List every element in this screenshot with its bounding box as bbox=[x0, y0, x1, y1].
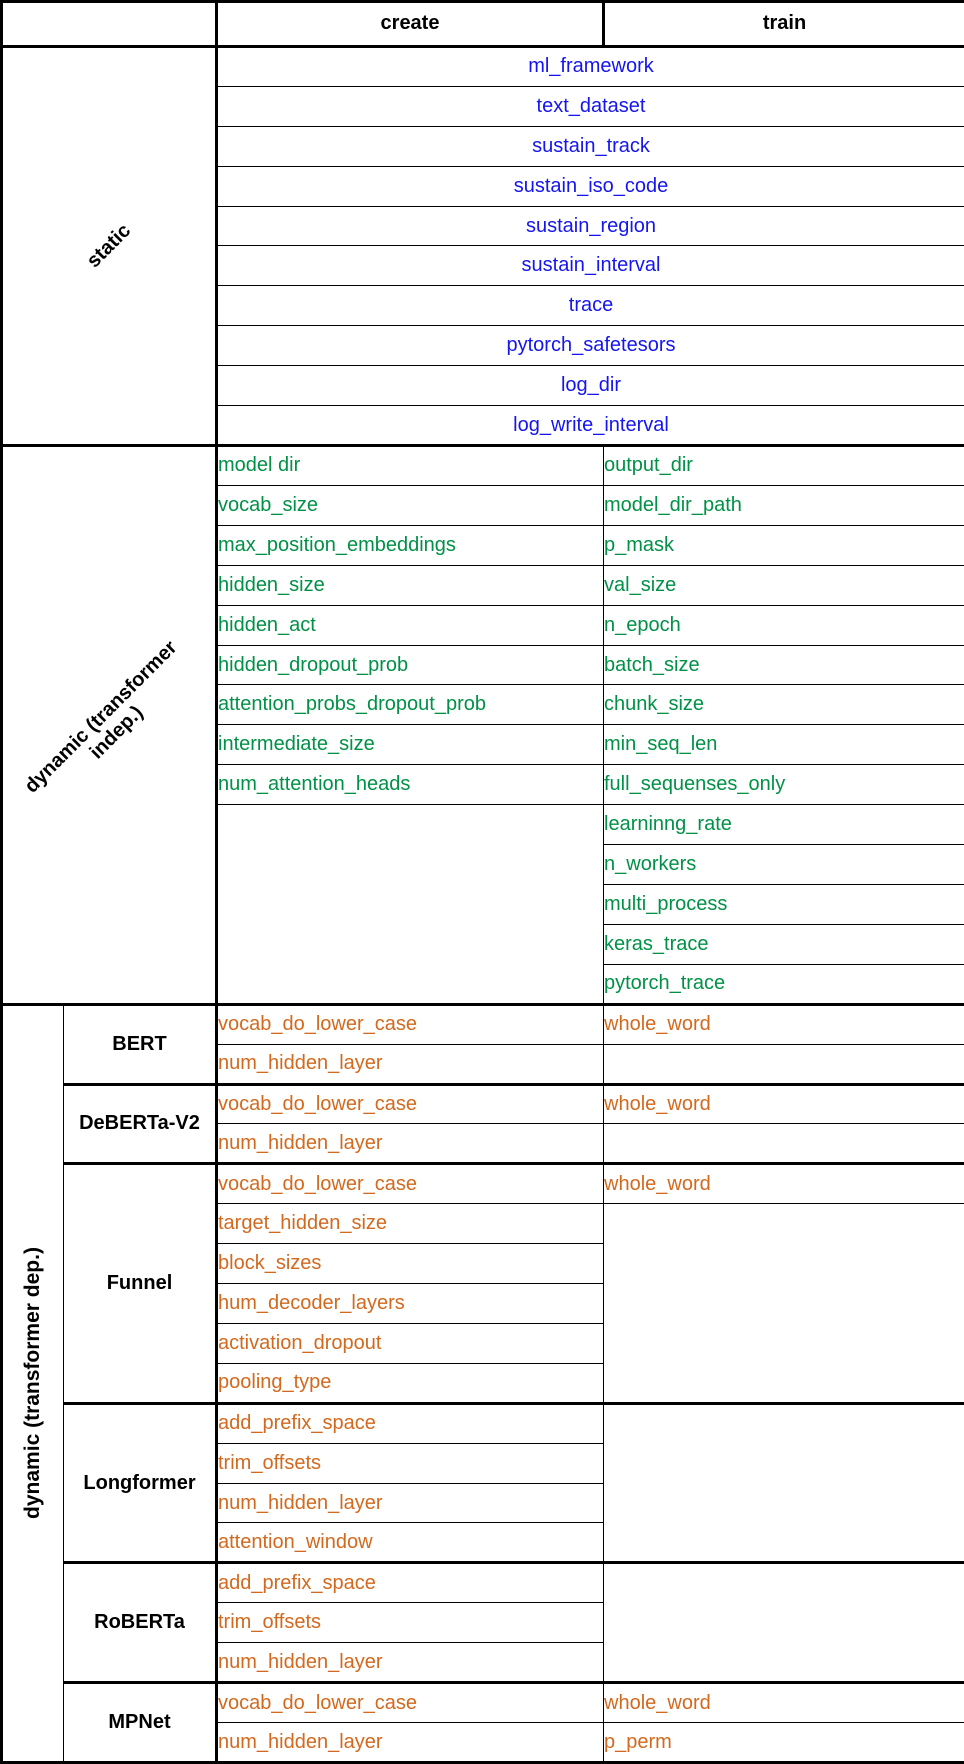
dep-create-cell: num_hidden_layer bbox=[216, 1482, 604, 1524]
model-name-funnel: Funnel bbox=[63, 1162, 218, 1404]
dep-create-cell: num_hidden_layer bbox=[216, 1642, 604, 1684]
corner-cell bbox=[0, 0, 218, 48]
indep-train-cell: n_epoch bbox=[603, 604, 964, 646]
indep-train-cell: keras_trace bbox=[603, 923, 964, 965]
indep-create-cell: intermediate_size bbox=[216, 724, 604, 766]
static-param-cell: sustain_track bbox=[216, 125, 964, 167]
indep-train-cell: full_sequenses_only bbox=[603, 764, 964, 806]
indep-create-cell: attention_probs_dropout_prob bbox=[216, 684, 604, 726]
dep-longformer-row-0: Longformer add_prefix_space bbox=[2, 1401, 964, 1564]
header-row: create train bbox=[0, 0, 964, 48]
indep-train-cell: chunk_size bbox=[603, 684, 964, 726]
dep-train-cell: whole_word bbox=[603, 1681, 964, 1724]
indep-train-cell: model_dir_path bbox=[603, 484, 964, 526]
dep-train-cell bbox=[603, 1043, 964, 1085]
indep-train-cell: output_dir bbox=[603, 444, 964, 486]
indep-train-cell: pytorch_trace bbox=[603, 963, 964, 1006]
model-name-mpnet: MPNet bbox=[63, 1681, 218, 1764]
dep-funnel-row-0: Funnel vocab_do_lower_case whole_word bbox=[2, 1162, 964, 1404]
static-param-cell: sustain_interval bbox=[216, 245, 964, 287]
model-name-roberta: RoBERTa bbox=[63, 1561, 218, 1684]
indep-create-cell: hidden_act bbox=[216, 604, 604, 646]
indep-train-cell: n_workers bbox=[603, 844, 964, 885]
dep-roberta-row-0: RoBERTa add_prefix_space bbox=[2, 1561, 964, 1684]
indep-create-cell: max_position_embeddings bbox=[216, 524, 604, 566]
indep-train-cell: p_mask bbox=[603, 524, 964, 566]
dep-create-cell: vocab_do_lower_case bbox=[216, 1002, 604, 1045]
dep-mpnet-row-0: MPNet vocab_do_lower_case whole_word bbox=[2, 1681, 964, 1764]
dep-create-cell: num_hidden_layer bbox=[216, 1722, 604, 1764]
static-param-cell: sustain_region bbox=[216, 205, 964, 247]
model-name-bert: BERT bbox=[63, 1002, 218, 1085]
indep-train-cell: learninng_rate bbox=[603, 804, 964, 846]
indep-create-cell: model dir bbox=[216, 444, 604, 486]
dep-create-cell: activation_dropout bbox=[216, 1322, 604, 1364]
dep-train-empty bbox=[603, 1401, 964, 1564]
dep-create-cell: add_prefix_space bbox=[216, 1401, 604, 1444]
group-label-dynamic-indep-text: dynamic (transformer indep.) bbox=[20, 636, 182, 798]
static-param-cell: log_write_interval bbox=[216, 405, 964, 448]
dep-train-cell: whole_word bbox=[603, 1082, 964, 1125]
dep-create-cell: pooling_type bbox=[216, 1362, 604, 1404]
group-label-dynamic-indep: dynamic (transformer indep.) bbox=[0, 444, 218, 1005]
dep-create-cell: vocab_do_lower_case bbox=[216, 1681, 604, 1724]
dep-create-cell: trim_offsets bbox=[216, 1602, 604, 1644]
model-name-deberta-v2: DeBERTa-V2 bbox=[63, 1082, 218, 1165]
indep-train-cell: val_size bbox=[603, 564, 964, 606]
static-param-cell: log_dir bbox=[216, 365, 964, 407]
parameter-matrix: create train static ml_framework text_da… bbox=[0, 0, 964, 1764]
group-label-static: static bbox=[0, 44, 218, 447]
indep-create-empty bbox=[216, 804, 604, 1006]
group-label-static-text: static bbox=[82, 219, 136, 273]
indep-create-cell: hidden_dropout_prob bbox=[216, 644, 604, 686]
indep-train-cell: batch_size bbox=[603, 644, 964, 686]
dep-train-cell: p_perm bbox=[603, 1722, 964, 1764]
dep-train-cell: whole_word bbox=[603, 1002, 964, 1045]
dep-create-cell: target_hidden_size bbox=[216, 1203, 604, 1245]
static-param-cell: ml_framework bbox=[216, 44, 964, 87]
indep-row-0: dynamic (transformer indep.) model dir o… bbox=[0, 444, 964, 1005]
model-name-longformer: Longformer bbox=[63, 1401, 218, 1564]
dep-deberta-row-0: DeBERTa-V2 vocab_do_lower_case whole_wor… bbox=[2, 1082, 964, 1165]
column-header-train: train bbox=[602, 0, 964, 48]
dep-create-cell: block_sizes bbox=[216, 1243, 604, 1285]
indep-create-cell: hidden_size bbox=[216, 564, 604, 606]
static-param-cell: pytorch_safetesors bbox=[216, 325, 964, 367]
dep-train-empty bbox=[603, 1203, 964, 1404]
dep-train-empty bbox=[603, 1561, 964, 1684]
static-row-0: static ml_framework bbox=[0, 44, 964, 447]
config-matrix-table: create train static ml_framework text_da… bbox=[0, 0, 964, 1764]
dep-create-cell: num_hidden_layer bbox=[216, 1043, 604, 1085]
indep-create-cell: num_attention_heads bbox=[216, 764, 604, 806]
static-param-cell: text_dataset bbox=[216, 85, 964, 127]
indep-train-cell: min_seq_len bbox=[603, 724, 964, 766]
group-label-dynamic-dep-text: dynamic (transformer dep.) bbox=[21, 1247, 45, 1520]
dep-create-cell: num_hidden_layer bbox=[216, 1123, 604, 1165]
dep-train-cell: whole_word bbox=[603, 1162, 964, 1205]
dep-create-cell: attention_window bbox=[216, 1522, 604, 1564]
dep-create-cell: hum_decoder_layers bbox=[216, 1283, 604, 1324]
column-header-create: create bbox=[215, 0, 605, 48]
dep-train-cell bbox=[603, 1123, 964, 1165]
dep-create-cell: add_prefix_space bbox=[216, 1561, 604, 1604]
dep-create-cell: trim_offsets bbox=[216, 1442, 604, 1484]
dep-bert-row-0: dynamic (transformer dep.) BERT vocab_do… bbox=[0, 1002, 964, 1764]
dep-create-cell: vocab_do_lower_case bbox=[216, 1082, 604, 1125]
dep-create-cell: vocab_do_lower_case bbox=[216, 1162, 604, 1205]
static-param-cell: trace bbox=[216, 285, 964, 327]
indep-train-cell: multi_process bbox=[603, 883, 964, 925]
static-param-cell: sustain_iso_code bbox=[216, 165, 964, 207]
group-label-dynamic-dep: dynamic (transformer dep.) bbox=[0, 1002, 64, 1764]
indep-create-cell: vocab_size bbox=[216, 484, 604, 526]
